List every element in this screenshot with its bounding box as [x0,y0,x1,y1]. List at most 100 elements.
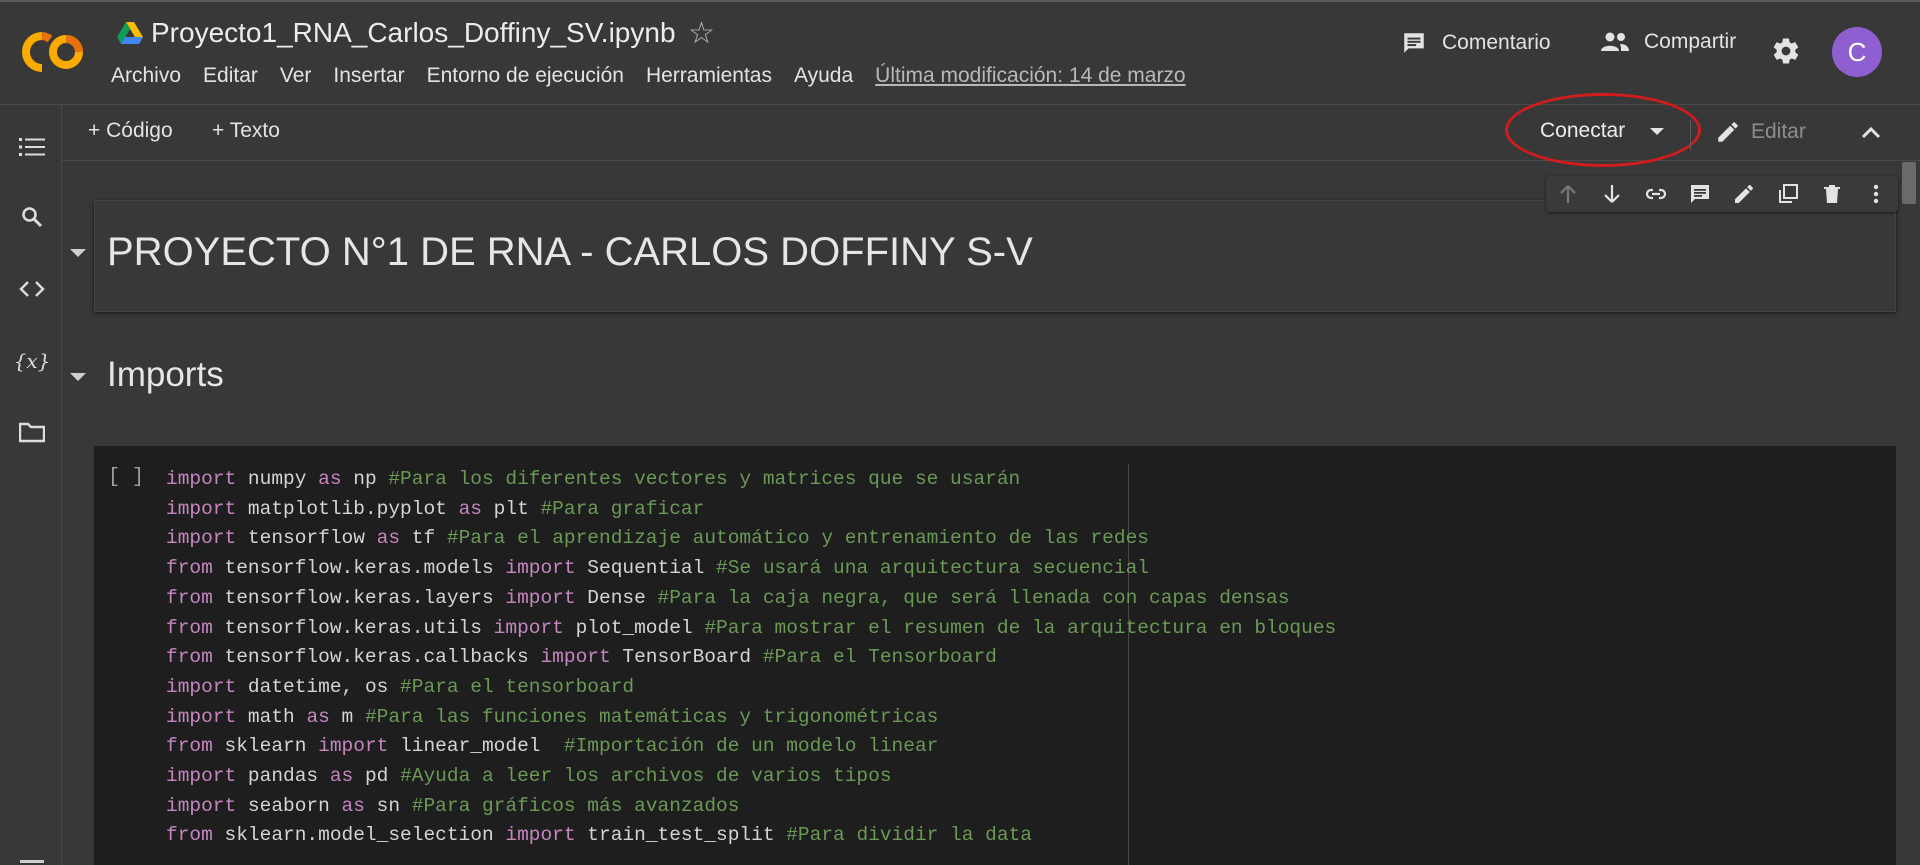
code-line: from sklearn.model_selection import trai… [166,821,1336,851]
table-of-contents-icon[interactable] [18,133,46,161]
code-snippets-icon[interactable] [18,275,46,303]
code-line: import datetime, os #Para el tensorboard [166,673,1336,703]
code-line: import math as m #Para las funciones mat… [166,703,1336,733]
people-icon [1601,32,1629,51]
menu-bar: Archivo Editar Ver Insertar Entorno de e… [111,64,1208,88]
add-text-button[interactable]: + Texto [212,119,280,143]
code-keyword: from [166,557,213,580]
code-keyword: as [329,765,354,788]
star-icon[interactable]: ☆ [688,16,715,52]
code-comment: #Para graficar [540,497,705,520]
code-token: pd [353,765,401,788]
code-token: seaborn [236,794,342,817]
google-drive-icon[interactable] [117,22,143,44]
avatar[interactable]: C [1832,27,1882,77]
annotation-circle [1505,93,1701,167]
menu-entorno[interactable]: Entorno de ejecución [427,64,624,88]
scrollbar-thumb[interactable] [1902,162,1916,204]
share-label: Compartir [1644,30,1737,53]
more-vert-icon[interactable] [1864,182,1888,206]
edit-label: Editar [1751,120,1806,143]
menu-editar[interactable]: Editar [203,64,258,88]
menu-ayuda[interactable]: Ayuda [794,64,853,88]
code-token: np [341,468,389,490]
code-token: linear_model [388,735,564,758]
move-down-icon[interactable] [1600,182,1624,206]
left-sidebar: {x} [0,105,62,865]
pencil-icon[interactable] [1732,182,1756,206]
search-icon[interactable] [18,203,46,231]
code-line: import tensorflow as tf #Para el aprendi… [166,524,1336,554]
code-keyword: import [505,557,576,580]
code-keyword: as [458,497,482,520]
notebook-title[interactable]: Proyecto1_RNA_Carlos_Doffiny_SV.ipynb [151,17,676,49]
code-token: matplotlib.pyplot [236,497,459,520]
code-line: from tensorflow.keras.callbacks import T… [166,643,1336,673]
code-token: sn [364,794,412,817]
code-token: tensorflow.keras.utils [212,616,494,639]
code-keyword: from [166,586,213,609]
menu-ver[interactable]: Ver [280,64,312,88]
section-heading: Imports [107,355,224,394]
code-keyword: from [166,824,213,847]
variables-icon[interactable]: {x} [14,347,51,375]
code-comment: #Para el aprendizaje automático y entren… [446,527,1149,550]
code-comment: #Para las funciones matemáticas y trigon… [364,705,939,728]
code-keyword: import [540,646,611,669]
menu-archivo[interactable]: Archivo [111,64,181,88]
code-line: from tensorflow.keras.layers import Dens… [166,584,1336,614]
code-token: plt [481,497,541,520]
code-keyword: import [505,824,576,847]
mirror-cell-icon[interactable] [1776,182,1800,206]
code-keyword: import [166,527,237,550]
code-line: from tensorflow.keras.models import Sequ… [166,554,1336,584]
code-keyword: as [306,705,330,728]
code-line: import pandas as pd #Ayuda a leer los ar… [166,762,1336,792]
code-token: plot_model [563,616,705,639]
menu-insertar[interactable]: Insertar [333,64,404,88]
code-keyword: import [493,616,564,639]
collapse-section-icon[interactable] [70,373,86,381]
code-comment: #Para el tensorboard [400,675,635,698]
code-token: tensorflow [236,527,377,550]
code-keyword: as [376,527,401,550]
code-line: import numpy as np #Para los diferentes … [166,465,1336,495]
code-line: import seaborn as sn #Para gráficos más … [166,792,1336,822]
code-keyword: from [166,616,213,639]
code-editor[interactable]: import numpy as np #Para los diferentes … [166,465,1336,851]
comment-label: Comentario [1442,31,1551,54]
delete-icon[interactable] [1820,182,1844,206]
edit-button[interactable]: Editar [1715,119,1806,145]
run-cell-button[interactable]: [ ] [108,466,144,489]
code-token: tensorflow.keras.models [212,557,506,580]
comment-icon[interactable] [1688,182,1712,206]
colab-logo-icon[interactable] [20,30,88,74]
link-icon[interactable] [1644,182,1668,206]
code-keyword: import [318,735,389,758]
code-token: math [236,705,307,728]
code-token: sklearn [212,735,319,758]
share-button[interactable]: Compartir [1600,30,1736,54]
move-up-icon[interactable] [1556,182,1580,206]
comment-button[interactable]: Comentario [1400,30,1551,56]
code-keyword: import [505,586,576,609]
code-keyword: import [166,497,237,520]
last-modified-link[interactable]: Última modificación: 14 de marzo [875,64,1185,88]
gear-icon[interactable] [1771,36,1801,66]
cell-toolbar [1546,176,1898,212]
code-token: tensorflow.keras.layers [212,586,506,609]
code-keyword: as [318,468,342,490]
code-line: from tensorflow.keras.utils import plot_… [166,614,1336,644]
code-comment: #Para mostrar el resumen de la arquitect… [704,616,1337,639]
menu-herramientas[interactable]: Herramientas [646,64,772,88]
code-token: tensorflow.keras.callbacks [212,646,541,669]
code-comment: #Para gráficos más avanzados [411,794,740,817]
chevron-up-icon[interactable] [1860,122,1882,144]
collapse-section-icon[interactable] [70,249,86,257]
pencil-icon [1718,122,1738,142]
code-token: m [329,705,365,728]
code-keyword: import [166,468,237,490]
notebook-heading: PROYECTO N°1 DE RNA - CARLOS DOFFINY S-V [107,230,1033,274]
add-code-button[interactable]: + Código [88,119,173,143]
folder-icon[interactable] [18,418,46,446]
